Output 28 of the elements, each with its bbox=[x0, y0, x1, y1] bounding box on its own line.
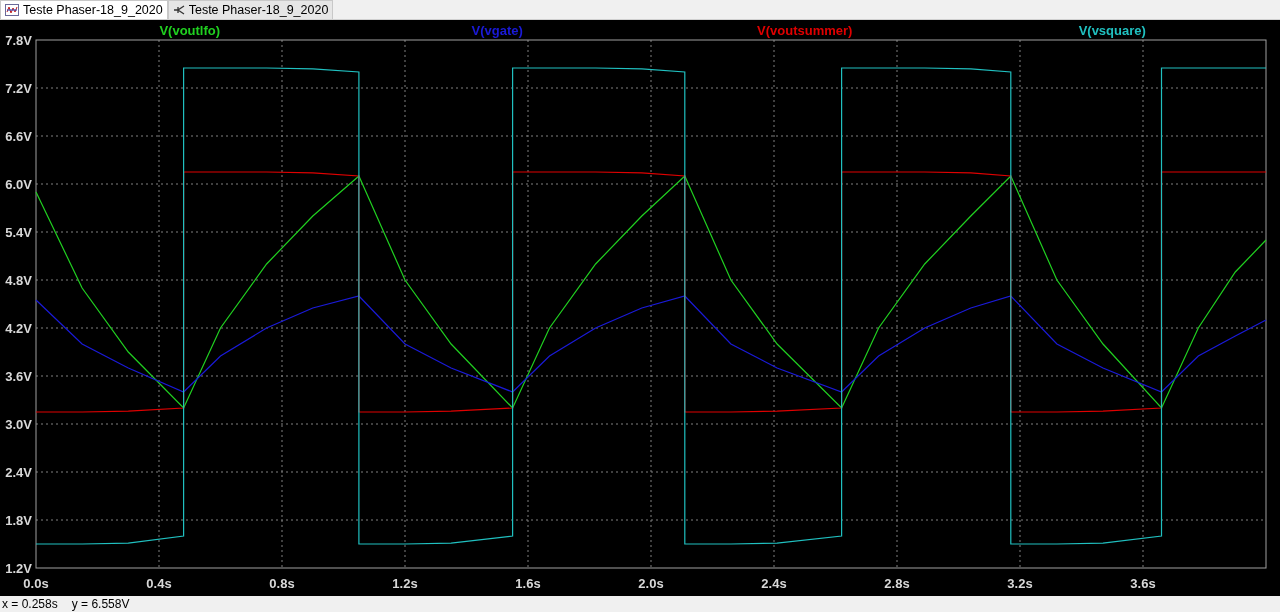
x-axis-label: 2.0s bbox=[638, 576, 664, 591]
trace-label: V(voutsummer) bbox=[757, 23, 853, 38]
x-axis-label: 2.8s bbox=[884, 576, 910, 591]
y-axis-label: 4.8V bbox=[5, 273, 32, 288]
x-axis-label: 3.6s bbox=[1130, 576, 1156, 591]
y-axis-label: 6.0V bbox=[5, 177, 32, 192]
cursor-x-reading: x = 0.258s bbox=[2, 597, 58, 611]
x-axis-label: 2.4s bbox=[761, 576, 787, 591]
y-axis-label: 6.6V bbox=[5, 129, 32, 144]
y-axis-label: 1.8V bbox=[5, 513, 32, 528]
trace-label: V(vsquare) bbox=[1078, 23, 1146, 38]
cursor-y-reading: y = 6.558V bbox=[71, 597, 130, 611]
x-axis-label: 0.8s bbox=[269, 576, 295, 591]
x-axis-label: 1.6s bbox=[515, 576, 541, 591]
x-axis-label: 0.0s bbox=[23, 576, 49, 591]
y-axis-label: 3.6V bbox=[5, 369, 32, 384]
x-axis-label: 1.2s bbox=[392, 576, 418, 591]
y-axis-label: 5.4V bbox=[5, 225, 32, 240]
x-axis-label: 3.2s bbox=[1007, 576, 1033, 591]
trace-label: V(vgate) bbox=[471, 23, 523, 38]
y-axis-label: 4.2V bbox=[5, 321, 32, 336]
y-axis-label: 7.2V bbox=[5, 81, 32, 96]
x-axis-label: 0.4s bbox=[146, 576, 172, 591]
y-axis-label: 1.2V bbox=[5, 561, 32, 576]
y-axis-label: 7.8V bbox=[5, 33, 32, 48]
y-axis-label: 3.0V bbox=[5, 417, 32, 432]
y-axis-label: 2.4V bbox=[5, 465, 32, 480]
trace-label: V(voutlfo) bbox=[159, 23, 221, 38]
